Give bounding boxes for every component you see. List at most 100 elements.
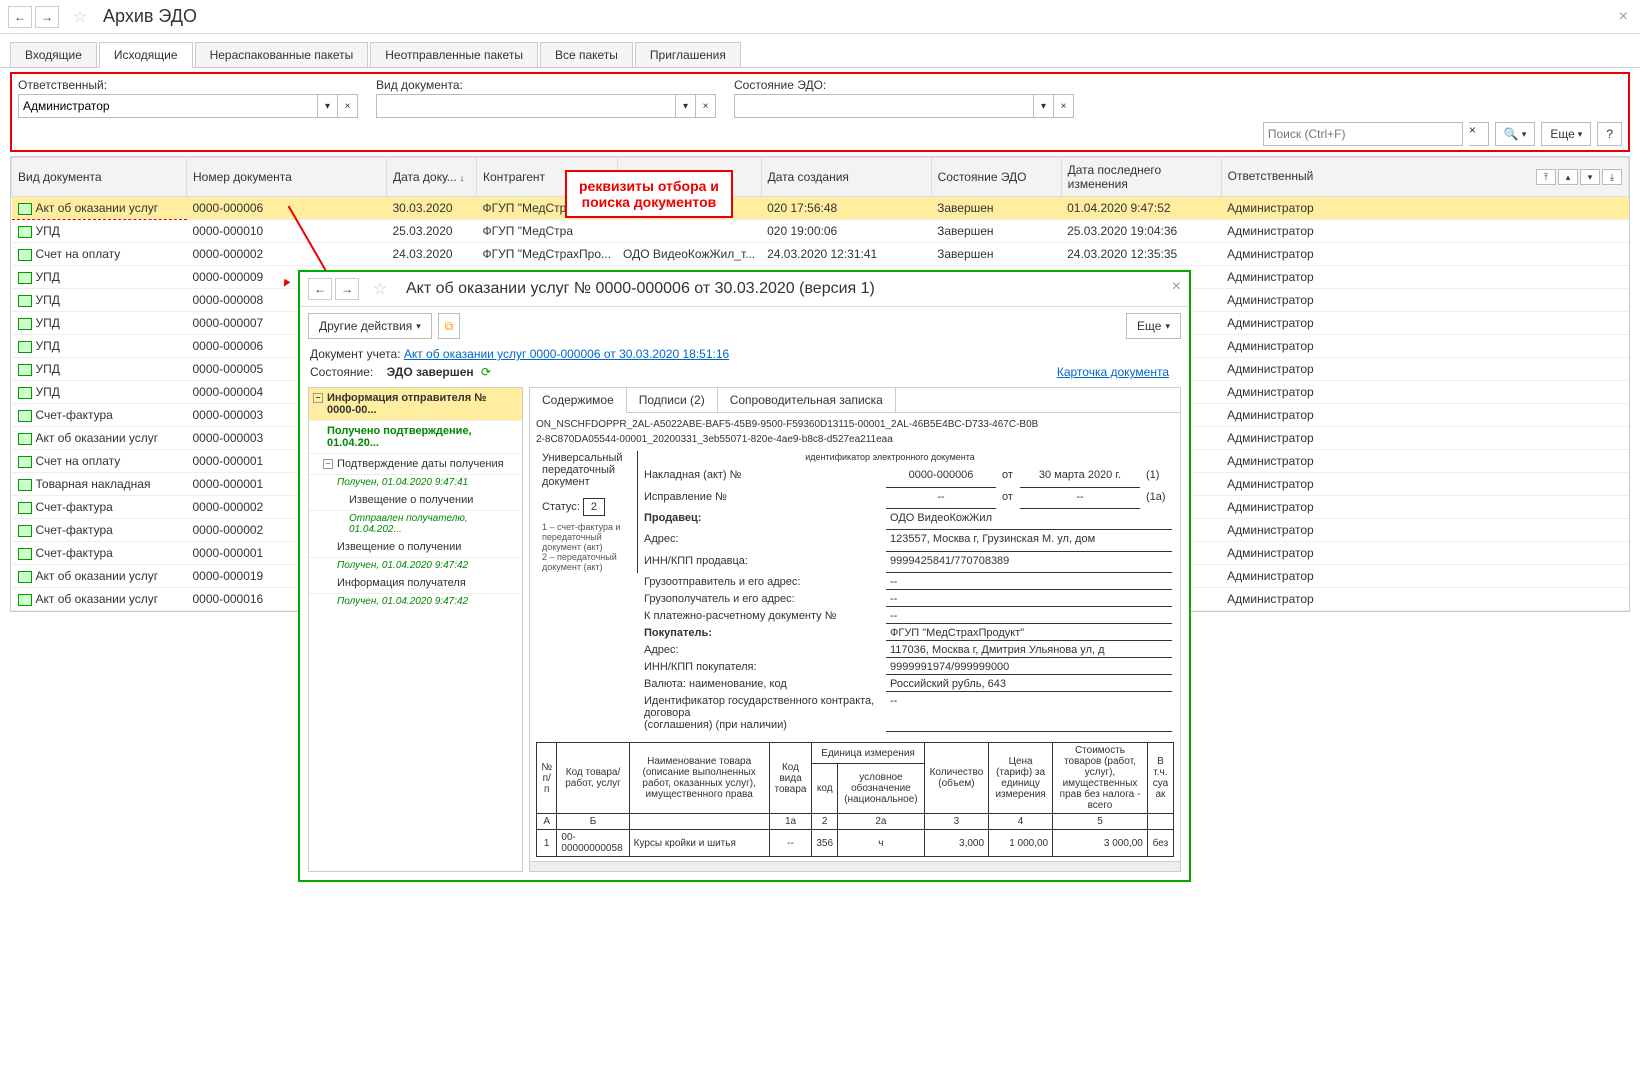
content-tab-signatures[interactable]: Подписи (2)	[627, 388, 718, 412]
search-input[interactable]	[1263, 122, 1463, 146]
detail-forward-button[interactable]: →	[335, 278, 359, 300]
close-icon[interactable]: ×	[1619, 8, 1628, 26]
tree-sender-info[interactable]: −Информация отправителя № 0000-00...	[309, 388, 522, 421]
other-actions-button[interactable]: Другие действия ▾	[308, 313, 432, 339]
filter-panel: Ответственный: ▾ × Вид документа: ▾ × Со…	[10, 72, 1630, 152]
main-tabs: Входящие Исходящие Нераспакованные пакет…	[0, 42, 1640, 68]
tab-incoming[interactable]: Входящие	[10, 42, 97, 67]
col-created[interactable]: Дата создания	[761, 158, 931, 197]
tree-date-2: Отправлен получателю, 01.04.202...	[309, 511, 522, 537]
page-title: Архив ЭДО	[103, 6, 197, 27]
document-preview: ON_NSCHFDOPPR_2AL-A5022ABE-BAF5-45B9-950…	[530, 413, 1180, 861]
help-button[interactable]: ?	[1597, 122, 1622, 146]
sort-desc-icon: ↓	[460, 173, 465, 183]
forward-button[interactable]: →	[35, 6, 59, 28]
detail-title: Акт об оказании услуг № 0000-000006 от 3…	[406, 280, 875, 298]
tab-all[interactable]: Все пакеты	[540, 42, 633, 67]
tab-unpacked[interactable]: Нераспакованные пакеты	[195, 42, 369, 67]
refresh-icon[interactable]: ⟳	[481, 365, 491, 379]
status-tree: −Информация отправителя № 0000-00... Пол…	[308, 387, 523, 872]
document-icon	[18, 479, 32, 491]
col-responsible[interactable]: Ответственный ⤒ ▴ ▾ ⤓	[1221, 158, 1628, 197]
doctype-label: Вид документа:	[376, 78, 716, 92]
document-icon	[18, 571, 32, 583]
edostate-input[interactable]	[734, 94, 1034, 118]
more-button[interactable]: Еще ▾	[1541, 122, 1591, 146]
detail-close-icon[interactable]: ×	[1172, 278, 1181, 296]
doc-record-link[interactable]: Акт об оказании услуг 0000-000006 от 30.…	[404, 347, 729, 361]
horizontal-scrollbar[interactable]	[530, 861, 1180, 871]
tree-notice-2[interactable]: Извещение о получении	[309, 537, 522, 558]
document-icon	[18, 364, 32, 376]
document-icon	[18, 341, 32, 353]
scroll-bottom-icon[interactable]: ⤓	[1602, 169, 1622, 185]
document-icon	[18, 456, 32, 468]
col-date[interactable]: Дата доку...↓	[387, 158, 477, 197]
document-icon	[18, 387, 32, 399]
favorite-icon[interactable]: ☆	[68, 6, 92, 28]
table-row[interactable]: УПД0000-00001025.03.2020ФГУП "МедСтра020…	[12, 220, 1629, 243]
items-table: № п/п Код товара/ работ, услуг Наименова…	[536, 742, 1174, 857]
state-label: Состояние:	[310, 365, 373, 379]
edostate-clear-icon[interactable]: ×	[1054, 94, 1074, 118]
tree-date-4: Получен, 01.04.2020 9:47:42	[309, 594, 522, 609]
doctype-clear-icon[interactable]: ×	[696, 94, 716, 118]
scroll-top-icon[interactable]: ⤒	[1536, 169, 1556, 185]
document-icon	[18, 548, 32, 560]
document-card-link[interactable]: Карточка документа	[1057, 365, 1179, 379]
doctype-input[interactable]	[376, 94, 676, 118]
document-icon	[18, 249, 32, 261]
document-icon	[18, 525, 32, 537]
scroll-up-icon[interactable]: ▴	[1558, 169, 1578, 185]
edostate-label: Состояние ЭДО:	[734, 78, 1074, 92]
content-tab-cover-note[interactable]: Сопроводительная записка	[718, 388, 896, 412]
document-icon	[18, 502, 32, 514]
doc-record-label: Документ учета:	[310, 347, 400, 361]
scroll-down-icon[interactable]: ▾	[1580, 169, 1600, 185]
search-clear-icon[interactable]: ×	[1469, 122, 1489, 146]
tab-outgoing[interactable]: Исходящие	[99, 42, 193, 68]
structure-icon[interactable]: ⧉	[438, 313, 461, 339]
detail-more-button[interactable]: Еще ▾	[1126, 313, 1181, 339]
responsible-input[interactable]	[18, 94, 318, 118]
detail-window: ← → ☆ Акт об оказании услуг № 0000-00000…	[298, 270, 1191, 882]
tree-recipient-info[interactable]: Информация получателя	[309, 573, 522, 594]
responsible-clear-icon[interactable]: ×	[338, 94, 358, 118]
tab-invitations[interactable]: Приглашения	[635, 42, 741, 67]
table-row[interactable]: Счет на оплату0000-00000224.03.2020ФГУП …	[12, 243, 1629, 266]
detail-back-button[interactable]: ←	[308, 278, 332, 300]
document-icon	[18, 272, 32, 284]
edoc-id-1: ON_NSCHFDOPPR_2AL-A5022ABE-BAF5-45B9-950…	[536, 419, 1174, 430]
tree-receipt-confirm[interactable]: −Подтверждение даты получения	[309, 454, 522, 475]
table-row[interactable]: Акт об оказании услуг0000-00000630.03.20…	[12, 197, 1629, 220]
magnifier-icon: 🔍	[1504, 127, 1519, 141]
responsible-label: Ответственный:	[18, 78, 358, 92]
detail-favorite-icon[interactable]: ☆	[368, 278, 392, 300]
search-menu-button[interactable]: 🔍▾	[1495, 122, 1535, 146]
status-box: 2	[583, 498, 605, 516]
content-tab-contents[interactable]: Содержимое	[530, 388, 627, 413]
table-header-row: Вид документа Номер документа Дата доку.…	[12, 158, 1629, 197]
doctype-dropdown-icon[interactable]: ▾	[676, 94, 696, 118]
col-modified[interactable]: Дата последнего изменения	[1061, 158, 1221, 197]
document-icon	[18, 203, 32, 215]
tree-date-1: Получен, 01.04.2020 9:47:41	[309, 475, 522, 490]
tree-notice-1[interactable]: Извещение о получении	[309, 490, 522, 511]
annotation-callout: реквизиты отбора и поиска документов	[565, 170, 733, 218]
document-icon	[18, 318, 32, 330]
item-row: 1 00-00000000058 Курсы кройки и шитья --…	[537, 830, 1174, 857]
col-doctype[interactable]: Вид документа	[12, 158, 187, 197]
edostate-dropdown-icon[interactable]: ▾	[1034, 94, 1054, 118]
document-icon	[18, 410, 32, 422]
responsible-dropdown-icon[interactable]: ▾	[318, 94, 338, 118]
edoc-id-2: 2-8C870DA05544-00001_20200331_3eb55071-8…	[536, 434, 1174, 445]
document-icon	[18, 433, 32, 445]
col-edostate[interactable]: Состояние ЭДО	[931, 158, 1061, 197]
tab-unsent[interactable]: Неотправленные пакеты	[370, 42, 538, 67]
back-button[interactable]: ←	[8, 6, 32, 28]
document-icon	[18, 226, 32, 238]
tree-confirmed[interactable]: Получено подтверждение, 01.04.20...	[309, 421, 522, 454]
document-icon	[18, 594, 32, 606]
tree-date-3: Получен, 01.04.2020 9:47:42	[309, 558, 522, 573]
col-docnum[interactable]: Номер документа	[187, 158, 387, 197]
